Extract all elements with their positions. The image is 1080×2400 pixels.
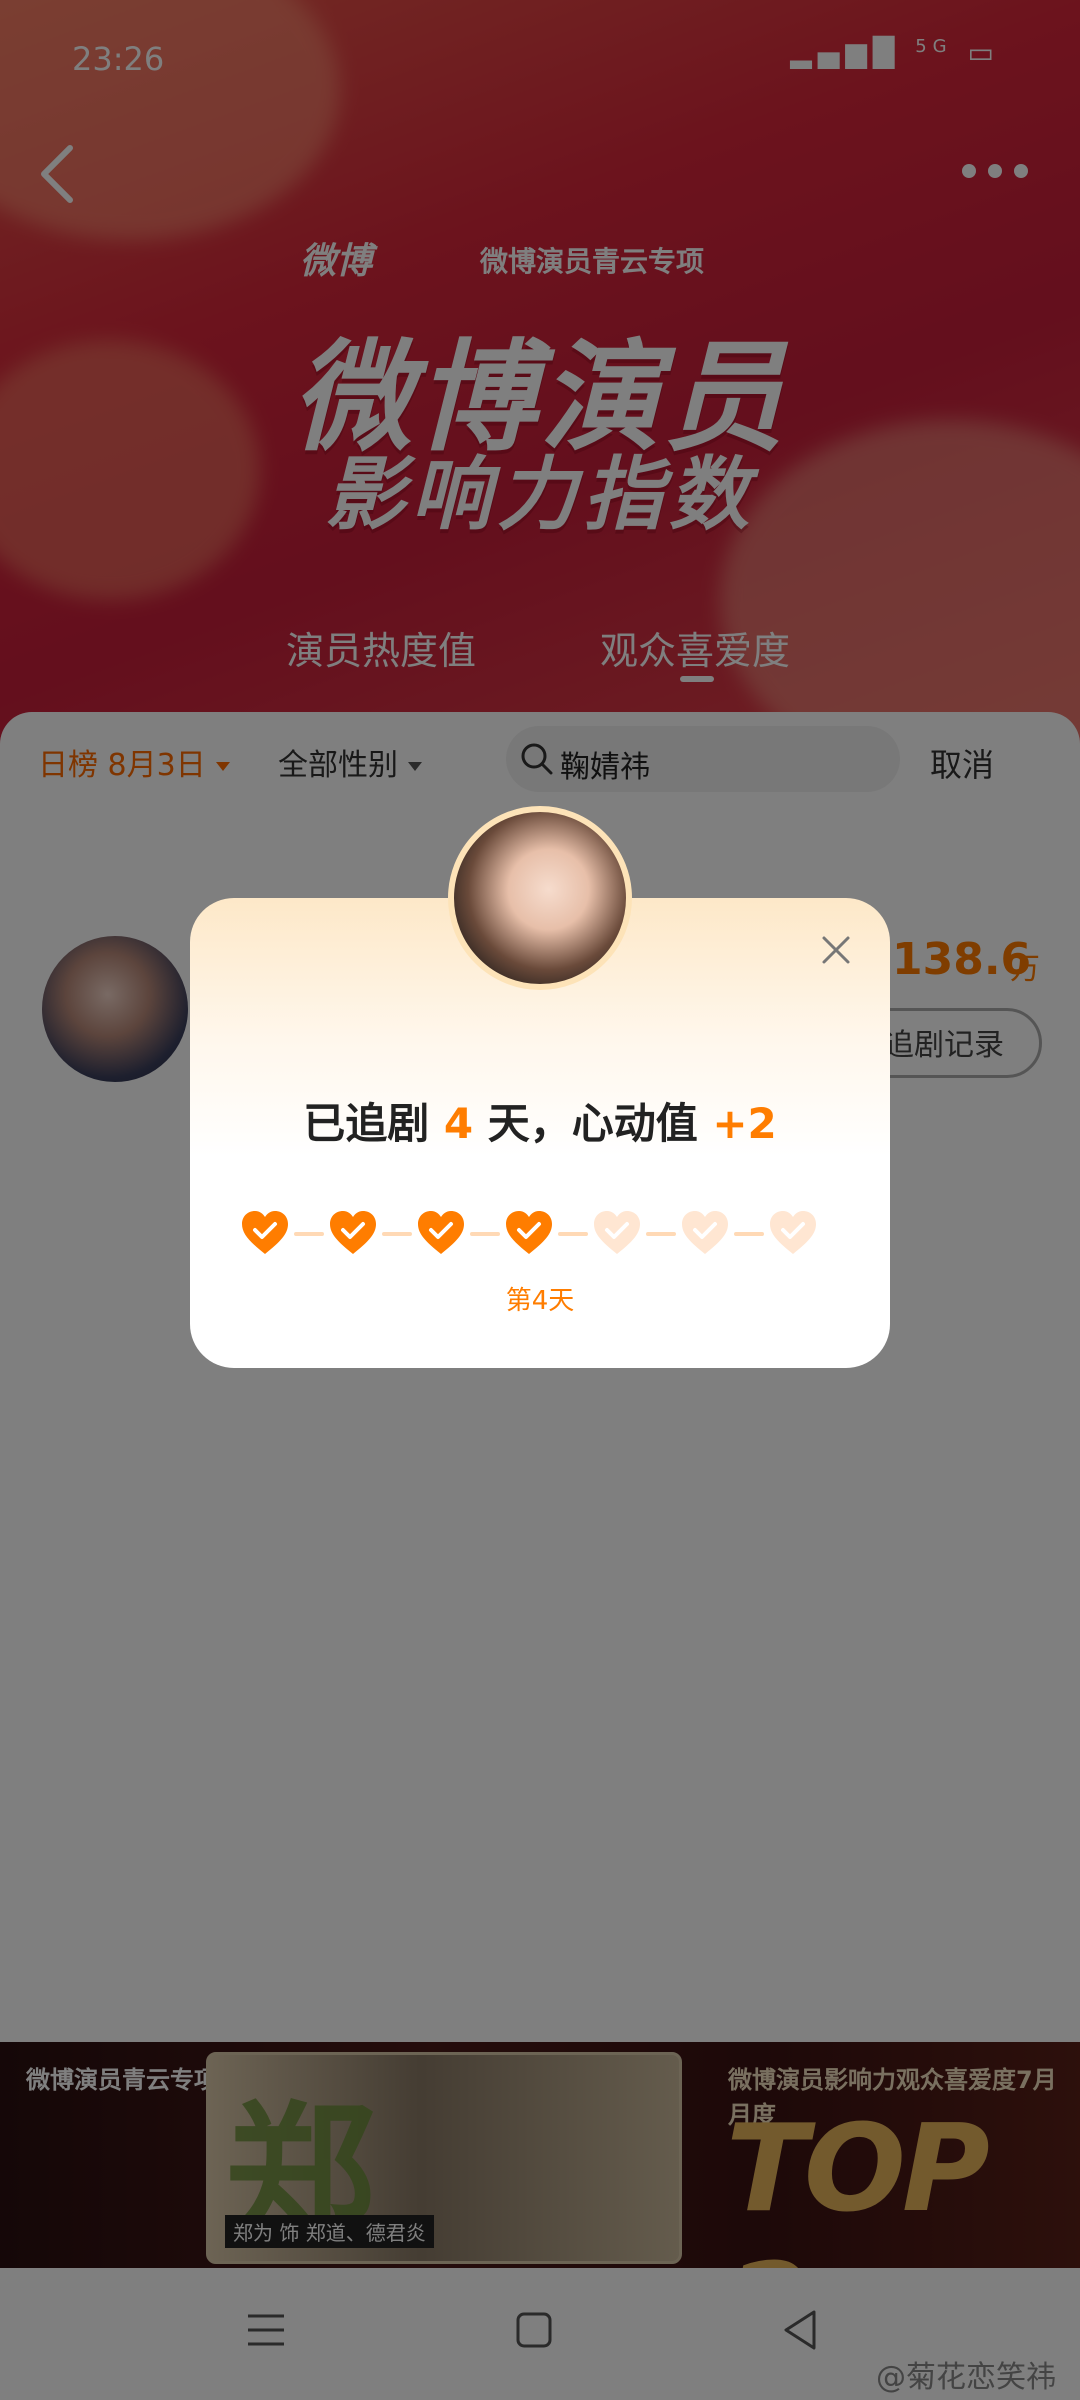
progress-connector [558,1232,588,1236]
heart-checked-icon [416,1210,466,1256]
streak-bonus: +2 [712,1099,777,1148]
progress-connector [382,1232,412,1236]
progress-connector [294,1232,324,1236]
day-label: 第4天 [505,1286,575,1316]
streak-message: 已追剧 4 天，心动值 +2 [190,1090,890,1151]
heart-checked-icon [240,1210,290,1256]
streak-middle: 天，心动值 [487,1099,698,1148]
heart-empty-icon [680,1210,730,1256]
heart-empty-icon [768,1210,818,1256]
streak-prefix: 已追剧 [303,1099,430,1148]
heart-empty-icon [592,1210,642,1256]
close-icon [822,936,850,964]
progress-connector [734,1232,764,1236]
heart-checked-icon [328,1210,378,1256]
streak-days: 4 [443,1099,474,1148]
avatar [448,806,632,990]
heart-checked-icon [504,1210,554,1256]
close-button[interactable] [816,930,856,970]
progress-connector [646,1232,676,1236]
progress-connector [470,1232,500,1236]
heart-progress [240,1210,840,1260]
